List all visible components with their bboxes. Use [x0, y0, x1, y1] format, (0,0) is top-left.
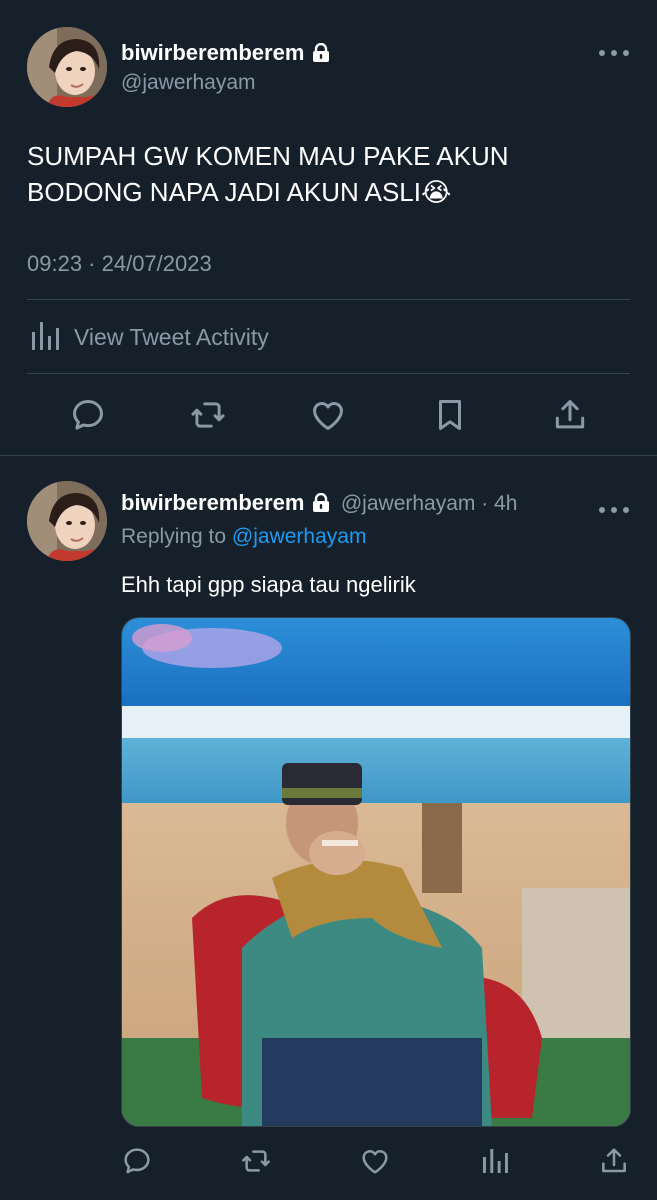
- tweet-text-line2: BODONG NAPA JADI AKUN ASLI😭: [27, 174, 637, 210]
- reply-button[interactable]: [69, 396, 107, 434]
- tweet-text: SUMPAH GW KOMEN MAU PAKE AKUN BODONG NAP…: [27, 138, 637, 210]
- analytics-icon: [483, 1149, 508, 1173]
- lock-icon: [312, 492, 330, 518]
- crying-emoji: 😭: [420, 177, 452, 207]
- reply-display-name[interactable]: biwirberemberem: [121, 490, 304, 515]
- reply-share-button[interactable]: [598, 1145, 630, 1177]
- share-button[interactable]: [551, 396, 589, 434]
- share-icon: [602, 1148, 626, 1173]
- view-activity-label[interactable]: View Tweet Activity: [74, 324, 269, 351]
- retweet-button[interactable]: [188, 396, 228, 434]
- lock-icon: [312, 42, 330, 69]
- replying-to: Replying to @jawerhayam: [121, 525, 366, 549]
- reply-more-icon[interactable]: [598, 495, 630, 521]
- replying-to-handle[interactable]: @jawerhayam: [232, 525, 367, 548]
- like-button[interactable]: [309, 396, 347, 434]
- retweet-icon: [191, 402, 225, 428]
- like-icon: [362, 1150, 388, 1174]
- reply-like-button[interactable]: [359, 1145, 391, 1177]
- reply-icon: [124, 1148, 150, 1174]
- bookmark-button[interactable]: [431, 396, 469, 434]
- view-activity-row[interactable]: View Tweet Activity: [30, 320, 430, 356]
- more-icon[interactable]: [598, 38, 630, 64]
- timestamp[interactable]: 09:23 · 24/07/2023: [27, 251, 212, 277]
- retweet-icon: [242, 1150, 270, 1172]
- section-divider: [0, 455, 657, 456]
- like-icon: [313, 402, 343, 430]
- reply-icon: [73, 400, 103, 430]
- divider: [27, 299, 630, 300]
- reply-header: biwirberemberem @jawerhayam · 4h: [121, 490, 517, 518]
- share-icon: [555, 400, 585, 429]
- reply-analytics-button[interactable]: [479, 1145, 511, 1177]
- handle[interactable]: @jawerhayam: [121, 71, 256, 95]
- divider: [27, 373, 630, 374]
- tweet-text-line1: SUMPAH GW KOMEN MAU PAKE AKUN: [27, 141, 509, 171]
- display-name[interactable]: biwirberemberem: [121, 40, 330, 69]
- reply-avatar[interactable]: [27, 481, 107, 561]
- tweet-text-line2-text: BODONG NAPA JADI AKUN ASLI: [27, 177, 421, 207]
- avatar[interactable]: [27, 27, 107, 107]
- display-name-text[interactable]: biwirberemberem: [121, 40, 304, 65]
- reply-reply-button[interactable]: [121, 1145, 153, 1177]
- reply-handle-time[interactable]: @jawerhayam · 4h: [341, 492, 518, 515]
- analytics-icon: [30, 320, 60, 357]
- reply-text: Ehh tapi gpp siapa tau ngelirik: [121, 572, 416, 597]
- reply-retweet-button[interactable]: [240, 1145, 272, 1177]
- bookmark-icon: [438, 400, 462, 430]
- media-image[interactable]: [121, 617, 631, 1127]
- replying-to-prefix: Replying to: [121, 525, 232, 548]
